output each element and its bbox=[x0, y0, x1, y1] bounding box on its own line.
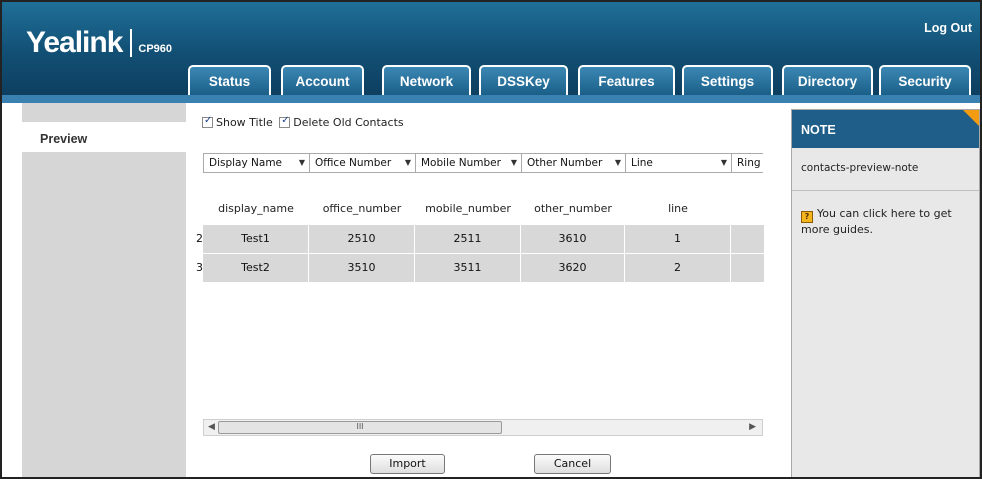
table-row: 2 Test1 2510 2511 3610 1 bbox=[192, 225, 764, 253]
cancel-button[interactable]: Cancel bbox=[534, 454, 611, 474]
tab-security[interactable]: Security bbox=[879, 65, 971, 95]
chevron-down-icon: ▼ bbox=[720, 158, 727, 167]
tab-features[interactable]: Features bbox=[578, 65, 675, 95]
import-button[interactable]: Import bbox=[370, 454, 445, 474]
table-cell bbox=[731, 225, 764, 253]
chevron-down-icon: ▼ bbox=[510, 158, 517, 167]
select-value: Line bbox=[631, 157, 653, 169]
column-header: display_name bbox=[218, 202, 294, 215]
browser-frame: Yealink CP960 Log Out Status Account Net… bbox=[0, 0, 982, 479]
table-cell: 2510 bbox=[309, 225, 415, 253]
chevron-down-icon: ▼ bbox=[298, 158, 305, 167]
chevron-down-icon: ▼ bbox=[404, 158, 411, 167]
logout-link[interactable]: Log Out bbox=[924, 21, 972, 35]
top-header: Yealink CP960 Log Out Status Account Net… bbox=[2, 2, 980, 95]
guide-link[interactable]: ? You can click here to get more guides. bbox=[801, 207, 971, 237]
note-divider bbox=[792, 190, 979, 191]
column-header: mobile_number bbox=[425, 202, 511, 215]
select-value: Mobile Number bbox=[421, 157, 501, 169]
tab-settings[interactable]: Settings bbox=[682, 65, 773, 95]
table-cell: Test2 bbox=[203, 254, 309, 282]
delete-old-contacts-checkbox[interactable] bbox=[279, 115, 291, 128]
table-cell: 1 bbox=[625, 225, 731, 253]
yealink-logo: Yealink CP960 bbox=[26, 26, 172, 60]
select-value: Display Name bbox=[209, 157, 283, 169]
column-header: other_number bbox=[534, 202, 612, 215]
column-select-5[interactable]: Line ▼ bbox=[626, 154, 732, 172]
horizontal-scrollbar[interactable]: ◀ III ▶ bbox=[203, 419, 763, 436]
model-label: CP960 bbox=[138, 43, 173, 55]
table-cell: 3510 bbox=[309, 254, 415, 282]
table-cell: Test1 bbox=[203, 225, 309, 253]
column-select-6[interactable]: Ring bbox=[732, 154, 763, 172]
show-title-label: Show Title bbox=[216, 116, 273, 129]
row-number: 2 bbox=[196, 232, 203, 245]
select-value: Ring bbox=[737, 157, 761, 169]
note-panel: NOTE contacts-preview-note ? You can clic… bbox=[791, 109, 980, 477]
column-select-3[interactable]: Mobile Number ▼ bbox=[416, 154, 522, 172]
column-header: line bbox=[668, 202, 688, 215]
note-title: NOTE bbox=[792, 110, 979, 148]
tab-directory[interactable]: Directory bbox=[782, 65, 873, 95]
column-mapping-row: Display Name ▼ Office Number ▼ Mobile Numb… bbox=[203, 153, 763, 173]
show-title-checkbox[interactable] bbox=[202, 115, 213, 128]
column-select-2[interactable]: Office Number ▼ bbox=[310, 154, 416, 172]
scrollbar-grip: III bbox=[356, 422, 364, 431]
help-icon: ? bbox=[801, 211, 813, 223]
column-header: office_number bbox=[322, 202, 402, 215]
logo-text: Yealink bbox=[26, 26, 123, 59]
table-cell: 2511 bbox=[415, 225, 521, 253]
delete-old-contacts-label: Delete Old Contacts bbox=[293, 116, 404, 129]
column-select-1[interactable]: Display Name ▼ bbox=[204, 154, 310, 172]
tab-network[interactable]: Network bbox=[382, 65, 471, 95]
note-text: contacts-preview-note bbox=[801, 162, 919, 174]
table-cell: 3620 bbox=[521, 254, 625, 282]
scroll-right-arrow-icon[interactable]: ▶ bbox=[749, 422, 756, 432]
guide-link-text: You can click here to get more guides. bbox=[801, 207, 952, 236]
tab-underline-bar bbox=[2, 95, 980, 103]
scroll-left-arrow-icon[interactable]: ◀ bbox=[208, 422, 215, 432]
scrollbar-thumb[interactable]: III bbox=[218, 421, 502, 434]
row-number: 3 bbox=[196, 261, 203, 274]
chevron-down-icon: ▼ bbox=[614, 158, 621, 167]
table-cell bbox=[731, 254, 764, 282]
left-sidebar bbox=[22, 103, 186, 477]
tab-dsskey[interactable]: DSSKey bbox=[479, 65, 568, 95]
tab-status[interactable]: Status bbox=[188, 65, 271, 95]
tab-account[interactable]: Account bbox=[281, 65, 364, 95]
table-cell: 3511 bbox=[415, 254, 521, 282]
column-select-4[interactable]: Other Number ▼ bbox=[522, 154, 626, 172]
note-corner-accent bbox=[963, 110, 979, 126]
import-options: Show Title Delete Old Contacts bbox=[202, 115, 407, 129]
sidebar-item-preview[interactable]: Preview bbox=[22, 122, 192, 152]
table-cell: 2 bbox=[625, 254, 731, 282]
table-cell: 3610 bbox=[521, 225, 625, 253]
select-value: Other Number bbox=[527, 157, 603, 169]
select-value: Office Number bbox=[315, 157, 392, 169]
logo-divider bbox=[130, 29, 133, 57]
table-row: 3 Test2 3510 3511 3620 2 bbox=[192, 254, 764, 282]
